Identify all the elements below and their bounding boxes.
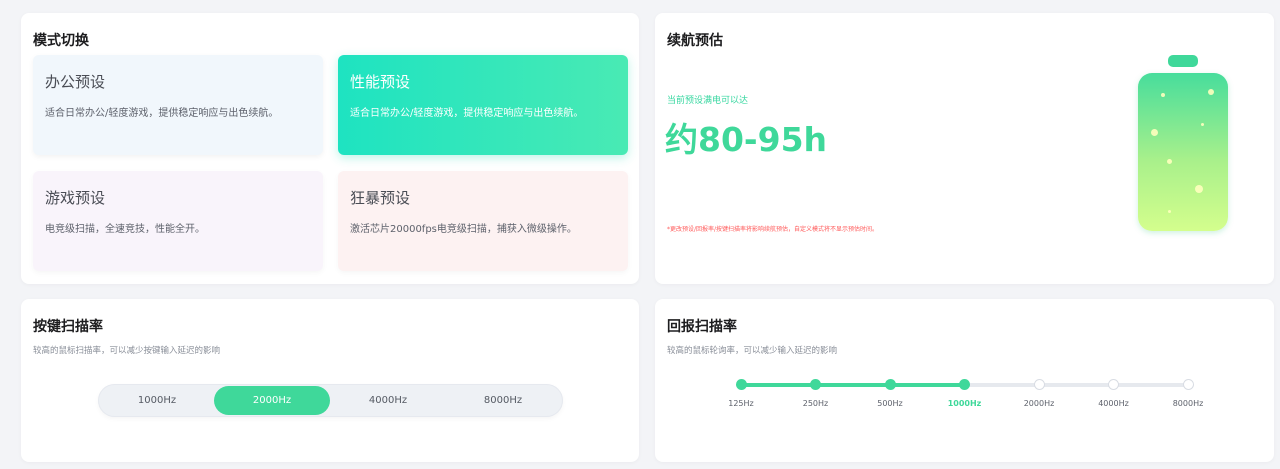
- report-node-250hz[interactable]: [810, 379, 821, 390]
- report-label-125hz: 125Hz: [728, 399, 754, 408]
- preset-office-name: 办公预设: [45, 73, 106, 91]
- report-node-1000hz[interactable]: [959, 379, 970, 390]
- preset-game-tile[interactable]: 游戏预设 电竞级扫描，全速竞技，性能全开。: [33, 171, 323, 271]
- battery-bubble: [1195, 185, 1203, 193]
- battery-value: 约80-95h: [665, 120, 828, 159]
- preset-office-desc: 适合日常办公/轻度游戏，提供稳定响应与出色续航。: [45, 108, 279, 119]
- scan-option-4000hz[interactable]: 4000Hz: [330, 386, 446, 415]
- key-scan-rate-selector: 1000Hz 2000Hz 4000Hz 8000Hz: [98, 384, 563, 417]
- preset-performance-name: 性能预设: [350, 73, 411, 91]
- battery-icon: [1138, 73, 1228, 231]
- report-label-500hz: 500Hz: [877, 399, 903, 408]
- battery-note: *更改预设/回报率/按键扫描率将影响续航预估，自定义模式将不显示预估时间。: [667, 226, 879, 233]
- report-label-2000hz: 2000Hz: [1023, 399, 1055, 408]
- mode-switch-title: 模式切换: [33, 33, 89, 49]
- key-scan-rate-title: 按键扫描率: [33, 319, 103, 335]
- battery-title: 续航预估: [667, 33, 723, 49]
- scan-option-1000hz[interactable]: 1000Hz: [99, 386, 215, 415]
- battery-bubble: [1201, 123, 1204, 126]
- preset-office-tile[interactable]: 办公预设 适合日常办公/轻度游戏，提供稳定响应与出色续航。: [33, 55, 323, 155]
- preset-frenzy-desc: 激活芯片20000fps电竞级扫描，捕获入微级操作。: [350, 224, 577, 235]
- battery-cap-icon: [1168, 55, 1198, 67]
- battery-bubble: [1151, 129, 1158, 136]
- preset-game-desc: 电竞级扫描，全速竞技，性能全开。: [45, 224, 205, 235]
- battery-bubble: [1168, 210, 1171, 213]
- report-rate-card: 回报扫描率 较高的鼠标轮询率，可以减少输入延迟的影响 125Hz 250Hz 5…: [655, 299, 1274, 462]
- report-node-8000hz[interactable]: [1182, 379, 1194, 390]
- preset-game-name: 游戏预设: [45, 189, 106, 207]
- report-rate-title: 回报扫描率: [667, 319, 737, 335]
- battery-bubble: [1161, 93, 1165, 97]
- preset-performance-tile[interactable]: 性能预设 适合日常办公/轻度游戏，提供稳定响应与出色续航。: [338, 55, 628, 155]
- report-node-500hz[interactable]: [884, 379, 896, 390]
- report-node-4000hz[interactable]: [1108, 379, 1119, 390]
- preset-frenzy-name: 狂暴预设: [350, 189, 411, 207]
- battery-label: 当前预设满电可以达: [667, 96, 749, 106]
- report-label-250hz: 250Hz: [802, 399, 829, 408]
- preset-frenzy-tile[interactable]: 狂暴预设 激活芯片20000fps电竞级扫描，捕获入微级操作。: [338, 171, 628, 271]
- key-scan-rate-subtitle: 较高的鼠标扫描率，可以减少按键输入延迟的影响: [33, 346, 221, 356]
- mode-switch-card: 模式切换 办公预设 适合日常办公/轻度游戏，提供稳定响应与出色续航。 性能预设 …: [21, 13, 639, 284]
- battery-bubble: [1167, 159, 1172, 164]
- report-rate-track-fill: [741, 383, 965, 387]
- report-label-1000hz: 1000Hz: [947, 399, 982, 408]
- preset-performance-desc: 适合日常办公/轻度游戏，提供稳定响应与出色续航。: [350, 108, 584, 119]
- battery-estimate-card: 续航预估 当前预设满电可以达 约80-95h *更改预设/回报率/按键扫描率将影…: [655, 13, 1274, 284]
- scan-option-2000hz[interactable]: 2000Hz: [214, 386, 330, 415]
- report-rate-subtitle: 较高的鼠标轮询率，可以减少输入延迟的影响: [667, 346, 838, 356]
- report-node-125hz[interactable]: [735, 379, 747, 390]
- key-scan-rate-card: 按键扫描率 较高的鼠标扫描率，可以减少按键输入延迟的影响 1000Hz 2000…: [21, 299, 639, 462]
- report-label-4000hz: 4000Hz: [1098, 399, 1129, 408]
- report-node-2000hz[interactable]: [1033, 379, 1045, 390]
- battery-bubble: [1208, 89, 1214, 95]
- report-label-8000hz: 8000Hz: [1172, 399, 1204, 408]
- scan-option-8000hz[interactable]: 8000Hz: [445, 386, 561, 415]
